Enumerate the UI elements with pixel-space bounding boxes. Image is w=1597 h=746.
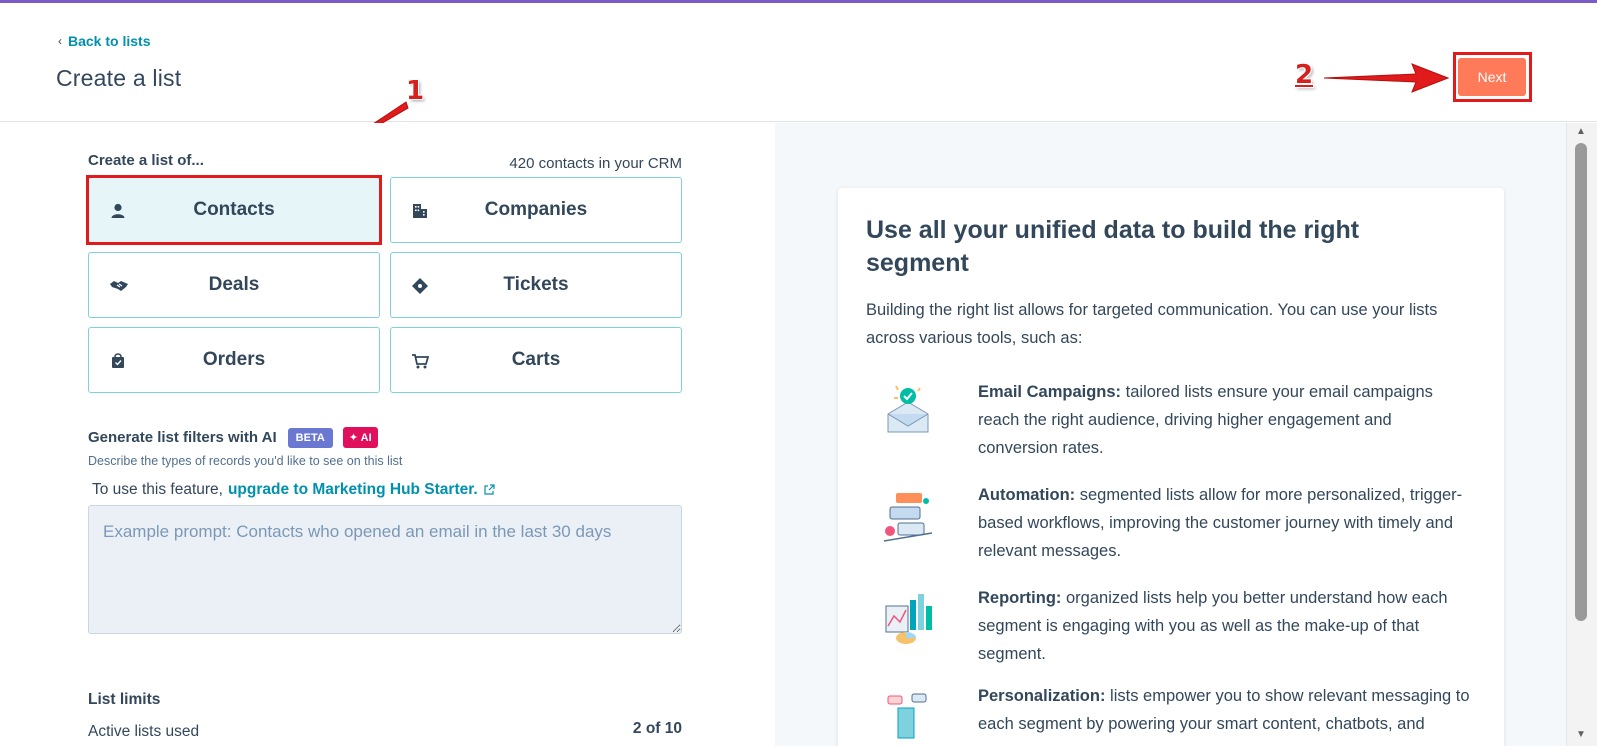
annotation-step-2: 2 — [1295, 60, 1314, 90]
feature-text: Personalization: lists empower you to sh… — [978, 682, 1474, 738]
ai-prompt-input[interactable] — [88, 505, 682, 634]
object-card-label: Companies — [484, 199, 588, 220]
info-card: Use all your unified data to build the r… — [838, 188, 1504, 746]
object-card-label: Carts — [511, 349, 561, 370]
personalization-illustration — [887, 693, 927, 739]
handshake-icon — [110, 281, 128, 291]
object-type-label: Create a list of... — [88, 152, 204, 169]
annotation-box-contacts — [86, 175, 382, 245]
feature-heading: Reporting: — [978, 589, 1062, 607]
feature-text: Email Campaigns: tailored lists ensure y… — [978, 378, 1474, 462]
object-card-carts[interactable]: Carts — [390, 327, 682, 393]
scroll-down-arrow-icon[interactable]: ▼ — [1576, 729, 1586, 740]
back-to-lists-link[interactable]: ‹ Back to lists — [58, 33, 150, 49]
cart-icon — [412, 354, 429, 369]
feature-heading: Personalization: — [978, 687, 1106, 705]
info-title: Use all your unified data to build the r… — [866, 216, 1360, 277]
reporting-chart-illustration — [885, 594, 932, 644]
object-card-deals[interactable]: Deals — [88, 252, 380, 318]
upgrade-marketing-hub-link[interactable]: upgrade to Marketing Hub Starter. — [228, 481, 478, 499]
vertical-scrollbar[interactable]: ▲ ▼ — [1566, 123, 1597, 746]
external-link-icon — [484, 484, 495, 495]
ai-filters-title: Generate list filters with AI — [88, 429, 277, 446]
object-card-companies[interactable]: Companies — [390, 177, 682, 243]
ai-badge: ✦ AI — [342, 427, 378, 448]
ai-upgrade-notice: To use this feature, upgrade to Marketin… — [92, 481, 495, 499]
shopping-bag-icon — [112, 353, 124, 368]
scrollbar-thumb[interactable] — [1575, 143, 1587, 621]
annotation-box-next — [1453, 52, 1532, 102]
building-icon — [413, 204, 427, 218]
active-lists-label: Active lists used — [88, 723, 200, 740]
ai-filters-heading: Generate list filters with AI BETA ✦ AI — [88, 427, 378, 448]
object-card-label: Orders — [202, 349, 266, 370]
list-limits-title: List limits — [88, 691, 161, 708]
back-link-label: Back to lists — [68, 33, 151, 49]
ticket-icon — [412, 278, 428, 294]
object-card-orders[interactable]: Orders — [88, 327, 380, 393]
upgrade-prefix: To use this feature, — [92, 481, 223, 498]
beta-badge: BETA — [287, 427, 333, 448]
feature-text: Reporting: organized lists help you bett… — [978, 584, 1474, 668]
active-lists-value: 2 of 10 — [632, 720, 682, 737]
email-envelope-illustration — [887, 385, 929, 433]
crm-contact-count: 420 contacts in your CRM — [509, 155, 682, 172]
scroll-up-arrow-icon[interactable]: ▲ — [1576, 126, 1586, 137]
annotation-arrow-2 — [1323, 63, 1450, 93]
page-title: Create a list — [56, 65, 182, 91]
feature-heading: Automation: — [978, 486, 1076, 504]
ai-filters-help: Describe the types of records you'd like… — [88, 454, 403, 468]
chevron-left-icon: ‹ — [58, 34, 62, 48]
feature-text: Automation: segmented lists allow for mo… — [978, 481, 1474, 565]
object-card-tickets[interactable]: Tickets — [390, 252, 682, 318]
feature-heading: Email Campaigns: — [978, 383, 1122, 401]
object-card-label: Deals — [208, 274, 260, 295]
object-card-label: Tickets — [503, 274, 569, 295]
automation-illustration — [883, 493, 933, 542]
info-intro: Building the right list allows for targe… — [866, 301, 1438, 347]
